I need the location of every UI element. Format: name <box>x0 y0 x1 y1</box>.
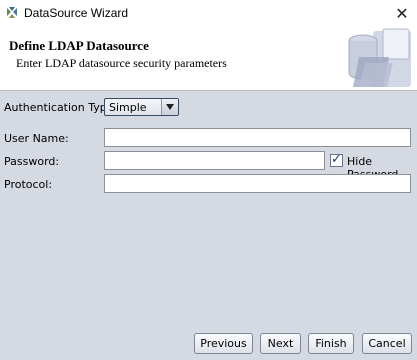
username-input[interactable] <box>104 128 411 147</box>
close-button[interactable]: ✕ <box>387 0 417 27</box>
auth-type-value: Simple <box>109 101 147 114</box>
title-bar: DataSource Wizard ✕ <box>0 0 417 27</box>
protocol-label: Protocol: <box>4 178 53 191</box>
auth-type-label: Authentication Type: <box>4 101 118 114</box>
window-title: DataSource Wizard <box>24 6 129 20</box>
datasource-graphic-icon <box>348 28 411 87</box>
cancel-button[interactable]: Cancel <box>362 333 412 354</box>
previous-button[interactable]: Previous <box>194 333 253 354</box>
page-subtitle: Enter LDAP datasource security parameter… <box>16 56 227 70</box>
finish-button[interactable]: Finish <box>308 333 354 354</box>
checkmark-icon: ✓ <box>331 152 342 167</box>
page-title: Define LDAP Datasource <box>9 38 149 53</box>
form-panel: Authentication Type: Simple User Name: P… <box>0 90 417 360</box>
chevron-down-icon <box>161 99 178 115</box>
wizard-header: Define LDAP Datasource Enter LDAP dataso… <box>0 27 417 90</box>
protocol-input[interactable] <box>104 174 411 193</box>
next-button[interactable]: Next <box>260 333 301 354</box>
close-icon: ✕ <box>395 4 409 23</box>
auth-type-select[interactable]: Simple <box>104 98 179 116</box>
app-icon <box>7 7 17 18</box>
password-label: Password: <box>4 155 60 168</box>
username-label: User Name: <box>4 132 69 145</box>
hide-password-checkbox[interactable]: ✓ <box>330 152 343 167</box>
password-input[interactable] <box>104 151 325 170</box>
